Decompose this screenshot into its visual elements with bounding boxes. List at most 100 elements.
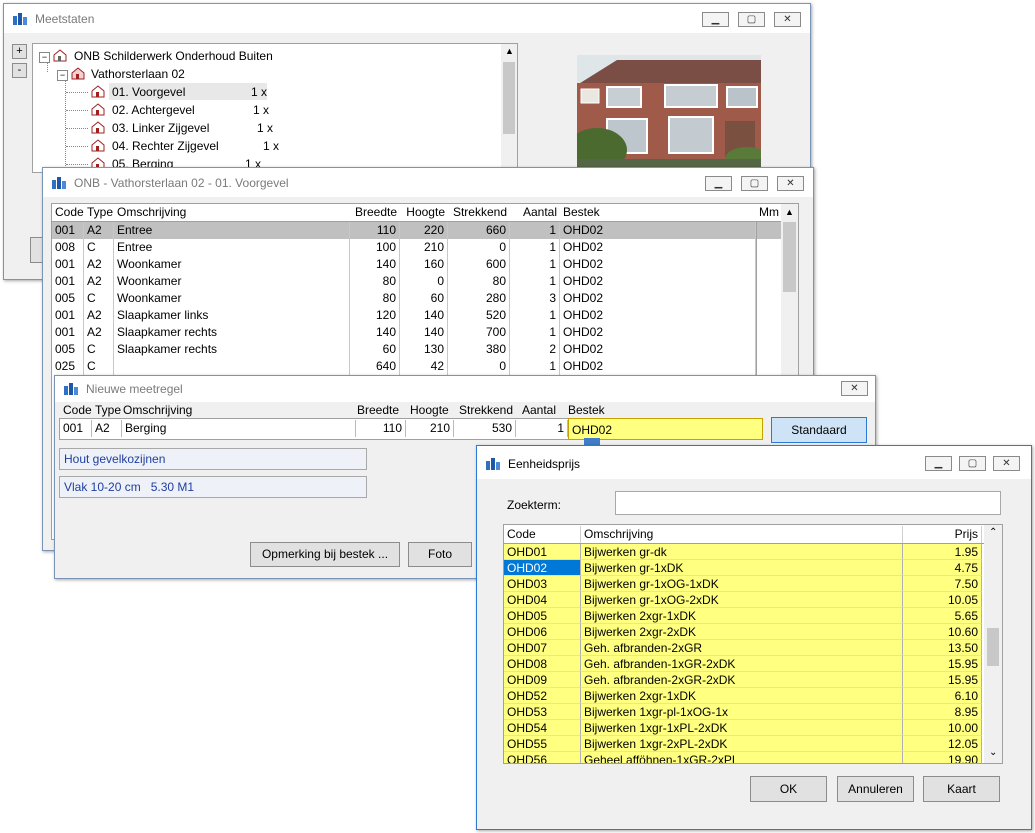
col-header-code[interactable]: Code bbox=[504, 526, 581, 543]
strekkend-field[interactable]: 530 bbox=[454, 420, 516, 437]
cell-omschrijving: Bijwerken gr-dk bbox=[581, 544, 903, 560]
close-button[interactable]: ✕ bbox=[774, 12, 801, 27]
close-button[interactable]: ✕ bbox=[777, 176, 804, 191]
cell-breedte: 80 bbox=[350, 273, 400, 290]
scroll-up-icon[interactable]: ⌃ bbox=[989, 527, 997, 538]
maximize-button[interactable]: ▢ bbox=[738, 12, 765, 27]
cell-omschrijving bbox=[114, 358, 350, 375]
tree-item-label[interactable]: 02. Achtergevel bbox=[112, 103, 195, 117]
omschrijving-field[interactable]: Berging bbox=[122, 420, 356, 437]
tree-toggle-icon[interactable]: − bbox=[39, 52, 50, 63]
col-header-breedte: Breedte bbox=[357, 403, 400, 417]
info-field-2: Vlak 10-20 cm 5.30 M1 bbox=[59, 476, 367, 498]
tree-scrollbar[interactable]: ▲ bbox=[501, 44, 517, 172]
cell-mm bbox=[756, 273, 782, 290]
tree-item-address[interactable]: Vathorsterlaan 02 bbox=[91, 67, 185, 81]
code-field[interactable]: 001 bbox=[60, 420, 92, 437]
new-row-fields: 001 A2 Berging 110 210 530 1 OHD02 bbox=[59, 418, 763, 440]
tree-toggle-icon[interactable]: − bbox=[57, 70, 68, 81]
cell-code: 005 bbox=[52, 341, 84, 358]
cell-code: OHD54 bbox=[504, 720, 581, 736]
cell-omschrijving: Slaapkamer links bbox=[114, 307, 350, 324]
col-header-type[interactable]: Type bbox=[84, 204, 114, 221]
cell-aantal: 1 bbox=[510, 273, 560, 290]
expand-button[interactable]: + bbox=[12, 44, 27, 59]
col-header-prijs[interactable]: Prijs bbox=[903, 526, 982, 543]
cell-code: OHD03 bbox=[504, 576, 581, 592]
tree-line bbox=[66, 164, 88, 165]
scroll-up-icon[interactable]: ▲ bbox=[785, 207, 794, 217]
eenheidsprijs-window: Eenheidsprijs ▁ ▢ ✕ Zoekterm: Code Omschr… bbox=[476, 445, 1032, 830]
scroll-down-icon[interactable]: ⌄ bbox=[989, 747, 997, 758]
col-header-strekkend: Strekkend bbox=[459, 403, 514, 417]
cell-mm bbox=[756, 222, 782, 239]
ok-button[interactable]: OK bbox=[750, 776, 827, 802]
cell-omschrijving: Bijwerken gr-1xOG-1xDK bbox=[581, 576, 903, 592]
cell-omschrijving: Slaapkamer rechts bbox=[114, 341, 350, 358]
col-header-strekkend[interactable]: Strekkend bbox=[448, 204, 510, 221]
minimize-button[interactable]: ▁ bbox=[702, 12, 729, 27]
nieuwe-titlebar[interactable]: Nieuwe meetregel ✕ bbox=[55, 376, 875, 402]
breedte-field[interactable]: 110 bbox=[356, 420, 406, 437]
collapse-button[interactable]: - bbox=[12, 63, 27, 78]
cell-hoogte: 0 bbox=[400, 273, 448, 290]
maximize-button[interactable]: ▢ bbox=[741, 176, 768, 191]
standaard-button[interactable]: Standaard bbox=[771, 417, 867, 443]
opmerking-button[interactable]: Opmerking bij bestek ... bbox=[250, 542, 400, 567]
type-field[interactable]: A2 bbox=[92, 420, 122, 437]
col-header-omschrijving[interactable]: Omschrijving bbox=[114, 204, 350, 221]
cell-aantal: 1 bbox=[510, 358, 560, 375]
cell-bestek: OHD02 bbox=[560, 307, 756, 324]
cell-strekkend: 520 bbox=[448, 307, 510, 324]
hoogte-field[interactable]: 210 bbox=[406, 420, 454, 437]
cell-code: OHD04 bbox=[504, 592, 581, 608]
tree-scroll-thumb[interactable] bbox=[503, 62, 515, 134]
cell-type: A2 bbox=[84, 307, 114, 324]
col-header-hoogte[interactable]: Hoogte bbox=[400, 204, 448, 221]
minimize-button[interactable]: ▁ bbox=[925, 456, 952, 471]
voorgevel-title: ONB - Vathorsterlaan 02 - 01. Voorgevel bbox=[74, 176, 289, 190]
minimize-button[interactable]: ▁ bbox=[705, 176, 732, 191]
tree-item-label[interactable]: 01. Voorgevel bbox=[112, 85, 185, 99]
col-header-mm[interactable]: Mm bbox=[756, 204, 781, 221]
grid-scroll-thumb[interactable] bbox=[987, 628, 999, 666]
meetstaten-titlebar[interactable]: Meetstaten ▁ ▢ ✕ bbox=[4, 4, 810, 33]
voorgevel-titlebar[interactable]: ONB - Vathorsterlaan 02 - 01. Voorgevel … bbox=[43, 168, 813, 197]
annuleren-button[interactable]: Annuleren bbox=[837, 776, 914, 802]
cell-omschrijving: Bijwerken 2xgr-1xDK bbox=[581, 688, 903, 704]
col-header-aantal[interactable]: Aantal bbox=[510, 204, 560, 221]
scroll-up-icon[interactable]: ▲ bbox=[505, 46, 514, 56]
col-header-breedte[interactable]: Breedte bbox=[350, 204, 400, 221]
tree-item-label[interactable]: 03. Linker Zijgevel bbox=[112, 121, 209, 135]
bestek-field[interactable]: OHD02 bbox=[568, 418, 763, 440]
aantal-field[interactable]: 1 bbox=[516, 420, 568, 437]
house-icon bbox=[91, 139, 105, 152]
eenheidsprijs-grid[interactable]: Code Omschrijving Prijs OHD01 Bijwerken gr-d… bbox=[503, 524, 1003, 764]
grid-scrollbar[interactable]: ⌃ ⌄ bbox=[984, 525, 1002, 763]
eenheidsprijs-titlebar[interactable]: Eenheidsprijs ▁ ▢ ✕ bbox=[477, 446, 1031, 479]
col-header-aantal: Aantal bbox=[522, 403, 557, 417]
col-header-code[interactable]: Code bbox=[52, 204, 84, 221]
tree-line bbox=[66, 146, 88, 147]
house-icon bbox=[71, 67, 85, 80]
foto-button[interactable]: Foto bbox=[408, 542, 472, 567]
zoekterm-input[interactable] bbox=[615, 491, 1001, 515]
close-button[interactable]: ✕ bbox=[841, 381, 868, 396]
tree-item-project[interactable]: ONB Schilderwerk Onderhoud Buiten bbox=[74, 49, 273, 63]
nieuwe-title: Nieuwe meetregel bbox=[86, 382, 183, 396]
cell-breedte: 140 bbox=[350, 256, 400, 273]
cell-breedte: 110 bbox=[350, 222, 400, 239]
grid-scroll-thumb[interactable] bbox=[783, 222, 796, 292]
kaart-button[interactable]: Kaart bbox=[923, 776, 1000, 802]
col-header-bestek[interactable]: Bestek bbox=[560, 204, 756, 221]
project-tree[interactable]: ▲ − ONB Schilderwerk Onderhoud Buiten − … bbox=[32, 43, 518, 173]
col-header-omschrijving[interactable]: Omschrijving bbox=[581, 526, 903, 543]
cell-code: 025 bbox=[52, 358, 84, 375]
eenheidsprijs-title: Eenheidsprijs bbox=[508, 457, 581, 471]
close-button[interactable]: ✕ bbox=[993, 456, 1020, 471]
tree-item-label[interactable]: 04. Rechter Zijgevel bbox=[112, 139, 219, 153]
ok-label: OK bbox=[779, 782, 798, 796]
cell-omschrijving: Bijwerken 2xgr-1xDK bbox=[581, 608, 903, 624]
maximize-button[interactable]: ▢ bbox=[959, 456, 986, 471]
cell-strekkend: 660 bbox=[448, 222, 510, 239]
